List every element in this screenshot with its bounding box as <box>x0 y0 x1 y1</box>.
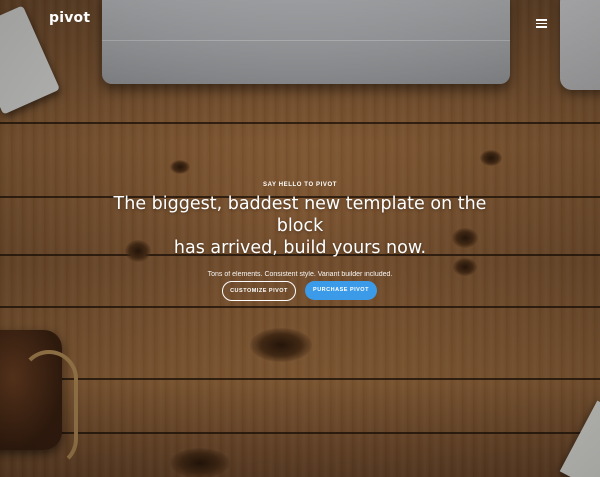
hero-content: Say hello to Pivot The biggest, baddest … <box>0 180 600 278</box>
menu-bar <box>536 22 547 24</box>
hero-eyebrow: Say hello to Pivot <box>262 182 338 188</box>
customize-pivot-button[interactable]: Customize Pivot <box>222 281 296 301</box>
hero-headline-line-2: has arrived, build yours now. <box>173 238 427 258</box>
hero-headline: The biggest, baddest new template on the… <box>90 193 510 259</box>
hero-headline-line-1: The biggest, baddest new template on the… <box>113 194 487 236</box>
hero-buttons: Customize Pivot Purchase Pivot <box>0 281 600 301</box>
hero-lede: Tons of elements. Consistent style. Vari… <box>207 271 393 278</box>
purchase-pivot-button[interactable]: Purchase Pivot <box>305 281 377 300</box>
menu-bar <box>536 26 547 28</box>
hamburger-menu-icon[interactable] <box>536 19 547 28</box>
menu-bar <box>536 19 547 21</box>
brand-logo[interactable]: pivot <box>49 10 90 26</box>
